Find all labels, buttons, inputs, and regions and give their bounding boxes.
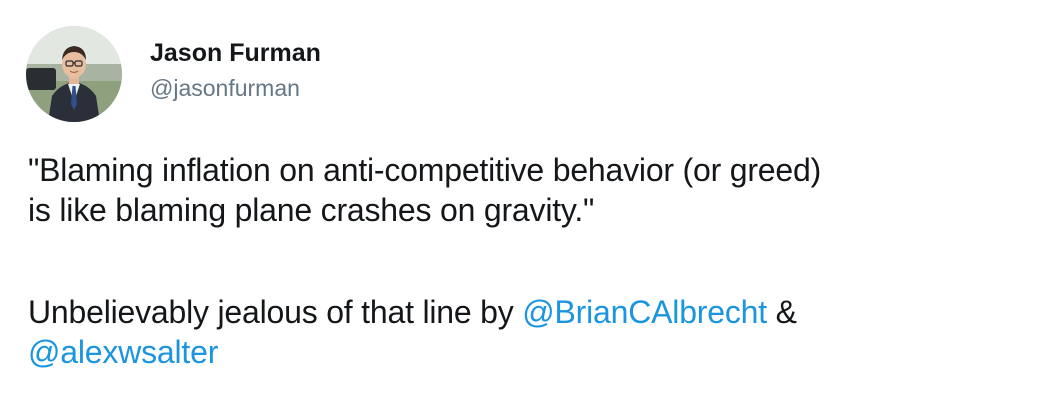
quote-line-1: "Blaming inflation on anti-competitive b… <box>28 152 822 188</box>
author-names: Jason Furman @jasonfurman <box>150 37 321 105</box>
comment-prefix: Unbelievably jealous of that line by <box>28 294 523 330</box>
quote-line-2: is like blaming plane crashes on gravity… <box>28 192 595 228</box>
tweet-text: "Blaming inflation on anti-competitive b… <box>28 150 1038 372</box>
comment-line: Unbelievably jealous of that line by @Br… <box>28 292 1038 332</box>
mention-alex-salter[interactable]: @alexwsalter <box>28 334 218 370</box>
tweet-card: Jason Furman @jasonfurman "Blaming infla… <box>0 0 1054 400</box>
comment-line-2: @alexwsalter <box>28 332 1038 372</box>
comment-ampersand: & <box>766 294 797 330</box>
profile-photo-icon <box>26 26 122 122</box>
avatar[interactable] <box>26 26 122 122</box>
author-handle[interactable]: @jasonfurman <box>150 71 321 105</box>
tweet-header: Jason Furman @jasonfurman <box>26 26 321 122</box>
author-display-name[interactable]: Jason Furman <box>150 37 321 69</box>
mention-brian-albrecht[interactable]: @BrianCAlbrecht <box>522 294 767 330</box>
